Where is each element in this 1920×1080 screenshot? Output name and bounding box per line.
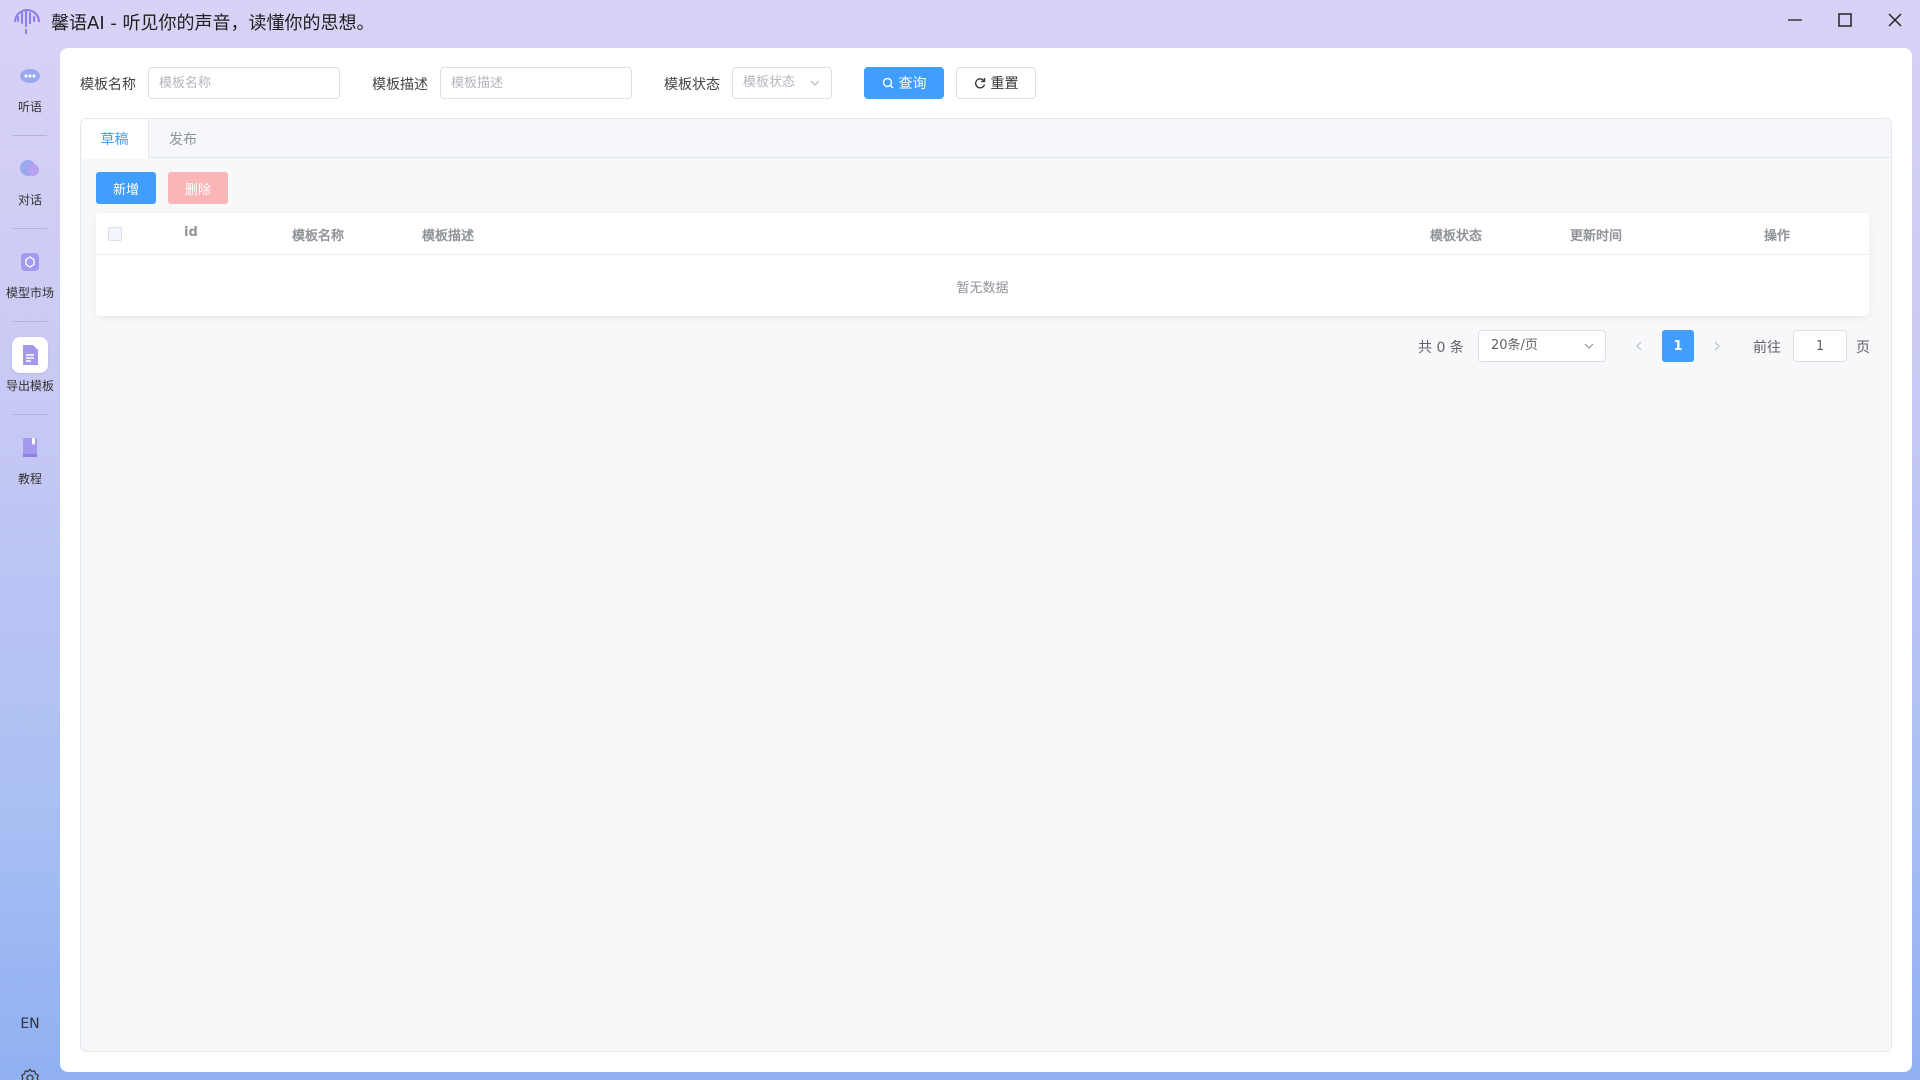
sidebar-item-label: 导出模板: [5, 379, 54, 393]
chevron-down-icon: [1583, 331, 1595, 373]
language-toggle-button[interactable]: EN: [0, 1016, 60, 1032]
search-form: 模板名称 模板描述 模板状态 模板状态 查询 重置: [80, 67, 1880, 99]
chevron-down-icon: [809, 68, 821, 110]
table-header: id 模板名称 模板描述 模板状态 更新时间 操作: [96, 213, 1869, 255]
select-all-checkbox[interactable]: [108, 227, 122, 241]
page-number-button[interactable]: 1: [1662, 330, 1694, 362]
column-header-name: 模板名称: [292, 229, 345, 244]
book-icon: [12, 430, 48, 466]
tab-draft[interactable]: 草稿: [81, 119, 149, 159]
sidebar-item-label: 听语: [17, 100, 42, 114]
refresh-icon: [974, 78, 985, 89]
column-header-id: id: [184, 225, 198, 240]
template-status-label: 模板状态: [664, 77, 720, 93]
tab-publish[interactable]: 发布: [149, 119, 217, 158]
settings-button[interactable]: [19, 1067, 41, 1080]
search-icon: [882, 77, 893, 89]
template-card: 草稿 发布 新增 删除 id 模板名称 模板描述 模板状态 更新时间 操作 暂无…: [80, 118, 1892, 1052]
sidebar: 听语 对话 模型市场 导出模板 教程 EN: [0, 40, 60, 1080]
maximize-button[interactable]: [1820, 0, 1870, 40]
page-size-value: 20条/页: [1491, 338, 1538, 353]
prev-page-button[interactable]: [1624, 330, 1654, 362]
page-suffix-label: 页: [1856, 340, 1870, 356]
next-page-button[interactable]: [1702, 330, 1732, 362]
template-name-label: 模板名称: [80, 77, 136, 93]
template-table: id 模板名称 模板描述 模板状态 更新时间 操作 暂无数据: [96, 213, 1869, 316]
reset-button-label: 重置: [990, 76, 1019, 92]
sidebar-item-model-market[interactable]: 模型市场: [0, 226, 60, 306]
maximize-icon: [1838, 13, 1852, 27]
close-icon: [1888, 13, 1902, 27]
title-bar: 馨语AI - 听见你的声音，读懂你的思想。: [0, 0, 1920, 40]
column-header-desc: 模板描述: [422, 229, 475, 244]
sidebar-item-label: 教程: [17, 472, 42, 486]
chevron-left-icon: [1636, 341, 1642, 351]
add-button[interactable]: 新增: [96, 172, 156, 204]
sidebar-item-label: 对话: [17, 193, 42, 207]
query-button-label: 查询: [898, 76, 927, 92]
cube-icon: [12, 244, 48, 280]
gear-icon: [21, 1068, 39, 1080]
app-logo-icon: [10, 4, 44, 36]
minimize-icon: [1788, 19, 1802, 21]
sidebar-item-label: 模型市场: [5, 286, 54, 300]
template-status-placeholder: 模板状态: [743, 75, 796, 90]
sidebar-item-export-template[interactable]: 导出模板: [0, 319, 60, 399]
page-size-select[interactable]: 20条/页: [1478, 330, 1606, 362]
column-header-actions: 操作: [1764, 229, 1791, 244]
pagination: 共 0 条 20条/页 1 前往 页: [81, 330, 1891, 362]
query-button[interactable]: 查询: [864, 67, 944, 99]
ear-icon: [12, 58, 48, 94]
tab-bar: 草稿 发布: [81, 119, 1891, 159]
template-status-select[interactable]: 模板状态: [732, 67, 832, 99]
close-button[interactable]: [1870, 0, 1920, 40]
column-header-status: 模板状态: [1430, 229, 1483, 244]
window-title: 馨语AI - 听见你的声音，读懂你的思想。: [51, 13, 375, 34]
goto-page-input[interactable]: [1793, 330, 1847, 362]
sidebar-item-listen[interactable]: 听语: [0, 40, 60, 120]
document-icon: [12, 337, 48, 373]
main-panel: 模板名称 模板描述 模板状态 模板状态 查询 重置 草稿 发布 新增 删除: [60, 48, 1912, 1072]
delete-button[interactable]: 删除: [168, 172, 228, 204]
template-name-input[interactable]: [148, 67, 340, 99]
empty-state-text: 暂无数据: [956, 281, 1009, 296]
template-desc-input[interactable]: [440, 67, 632, 99]
sidebar-item-tutorial[interactable]: 教程: [0, 412, 60, 492]
template-desc-label: 模板描述: [372, 77, 428, 93]
pagination-total: 共 0 条: [1418, 340, 1464, 356]
minimize-button[interactable]: [1770, 0, 1820, 40]
sidebar-item-chat[interactable]: 对话: [0, 133, 60, 213]
chevron-right-icon: [1714, 341, 1720, 351]
column-header-updated: 更新时间: [1570, 229, 1623, 244]
reset-button[interactable]: 重置: [956, 67, 1036, 99]
chat-icon: [12, 151, 48, 187]
goto-label: 前往: [1753, 340, 1781, 356]
